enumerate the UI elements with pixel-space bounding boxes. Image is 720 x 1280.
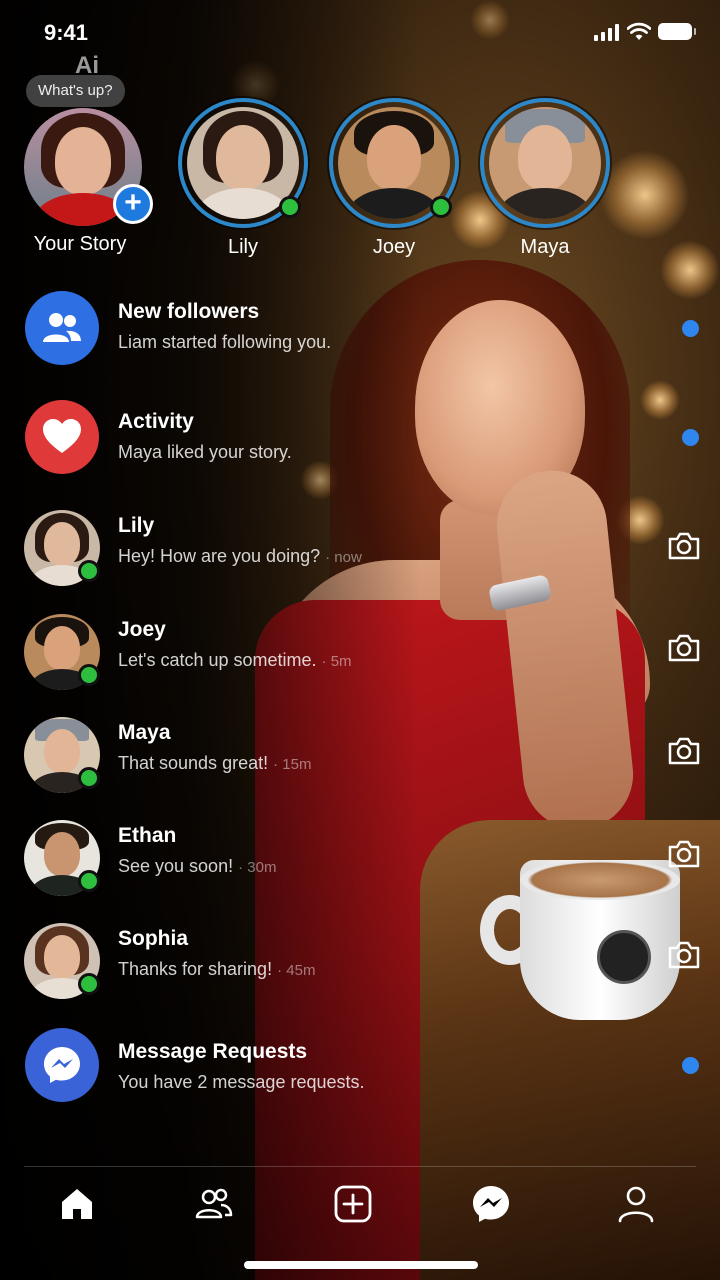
online-indicator bbox=[78, 664, 100, 686]
item-time: · now bbox=[325, 549, 362, 566]
profile-icon[interactable] bbox=[616, 1184, 656, 1224]
item-title: Ethan bbox=[118, 824, 177, 847]
home-icon[interactable] bbox=[57, 1184, 97, 1224]
list-item-joey[interactable]: Joey Let's catch up sometime. · 5m bbox=[0, 606, 720, 702]
camera-icon[interactable] bbox=[666, 630, 702, 666]
camera-icon[interactable] bbox=[666, 937, 702, 973]
item-subtitle: Let's catch up sometime. · 5m bbox=[118, 650, 352, 670]
add-story-button[interactable]: + bbox=[113, 184, 153, 224]
battery-icon bbox=[658, 23, 696, 40]
nav-divider bbox=[24, 1166, 696, 1167]
story-joey[interactable]: Joey bbox=[319, 96, 469, 266]
friends-icon[interactable] bbox=[194, 1184, 234, 1224]
list-item-sophia[interactable]: Sophia Thanks for sharing! · 45m bbox=[0, 915, 720, 1011]
messenger-icon[interactable] bbox=[471, 1184, 511, 1224]
item-time: · 5m bbox=[321, 653, 352, 670]
camera-icon[interactable] bbox=[666, 836, 702, 872]
unread-dot bbox=[682, 320, 699, 337]
item-subtitle: Thanks for sharing! · 45m bbox=[118, 959, 316, 979]
avatar bbox=[489, 107, 601, 219]
item-subtitle: Hey! How are you doing? · now bbox=[118, 546, 362, 566]
list-item-new-followers[interactable]: New followers Liam started following you… bbox=[0, 288, 720, 384]
messenger-icon bbox=[25, 1028, 99, 1102]
item-subtitle: Liam started following you. bbox=[118, 332, 332, 352]
item-time: · 30m bbox=[238, 859, 277, 876]
home-indicator[interactable] bbox=[244, 1261, 478, 1269]
item-title: Sophia bbox=[118, 927, 189, 950]
create-icon[interactable] bbox=[333, 1184, 373, 1224]
story-name: Lily bbox=[227, 236, 258, 258]
list-item-activity[interactable]: Activity Maya liked your story. bbox=[0, 398, 720, 494]
story-name: Your Story bbox=[33, 233, 127, 255]
bottom-nav bbox=[0, 1170, 720, 1240]
list-item-ethan[interactable]: Ethan See you soon! · 30m bbox=[0, 812, 720, 908]
item-subtitle: That sounds great! · 15m bbox=[118, 753, 312, 773]
item-subtitle: See you soon! · 30m bbox=[118, 856, 277, 876]
item-title: Activity bbox=[118, 410, 194, 433]
item-subtitle: Maya liked your story. bbox=[118, 442, 292, 462]
item-title: Joey bbox=[118, 618, 166, 641]
online-indicator bbox=[430, 196, 452, 218]
story-name: Maya bbox=[520, 236, 570, 258]
online-indicator bbox=[78, 973, 100, 995]
item-title: Message Requests bbox=[118, 1040, 308, 1063]
status-time: 9:41 bbox=[44, 20, 89, 45]
unread-dot bbox=[682, 1057, 699, 1074]
story-your-story[interactable]: + Your Story bbox=[0, 100, 160, 260]
camera-icon[interactable] bbox=[666, 528, 702, 564]
status-bar: 9:41 bbox=[0, 0, 720, 64]
item-title: Lily bbox=[118, 514, 155, 537]
online-indicator bbox=[78, 767, 100, 789]
online-indicator bbox=[78, 870, 100, 892]
online-indicator bbox=[279, 196, 301, 218]
wifi-icon bbox=[627, 22, 651, 40]
item-title: New followers bbox=[118, 300, 260, 323]
item-time: · 15m bbox=[273, 756, 312, 773]
heart-icon bbox=[25, 400, 99, 474]
online-indicator bbox=[78, 560, 100, 582]
list-item-maya[interactable]: Maya That sounds great! · 15m bbox=[0, 709, 720, 805]
people-icon bbox=[25, 291, 99, 365]
item-time: · 45m bbox=[277, 962, 316, 979]
note-bubble[interactable]: What's up? bbox=[26, 75, 125, 107]
camera-icon[interactable] bbox=[666, 733, 702, 769]
item-title: Maya bbox=[118, 721, 171, 744]
list-item-message-requests[interactable]: Message Requests You have 2 message requ… bbox=[0, 1028, 720, 1124]
story-name: Joey bbox=[372, 236, 416, 258]
story-lily[interactable]: Lily bbox=[168, 96, 318, 266]
unread-dot bbox=[682, 429, 699, 446]
item-subtitle: You have 2 message requests. bbox=[118, 1072, 365, 1092]
signal-icon bbox=[594, 24, 620, 41]
story-maya[interactable]: Maya bbox=[470, 96, 620, 266]
list-item-lily[interactable]: Lily Hey! How are you doing? · now bbox=[0, 502, 720, 598]
